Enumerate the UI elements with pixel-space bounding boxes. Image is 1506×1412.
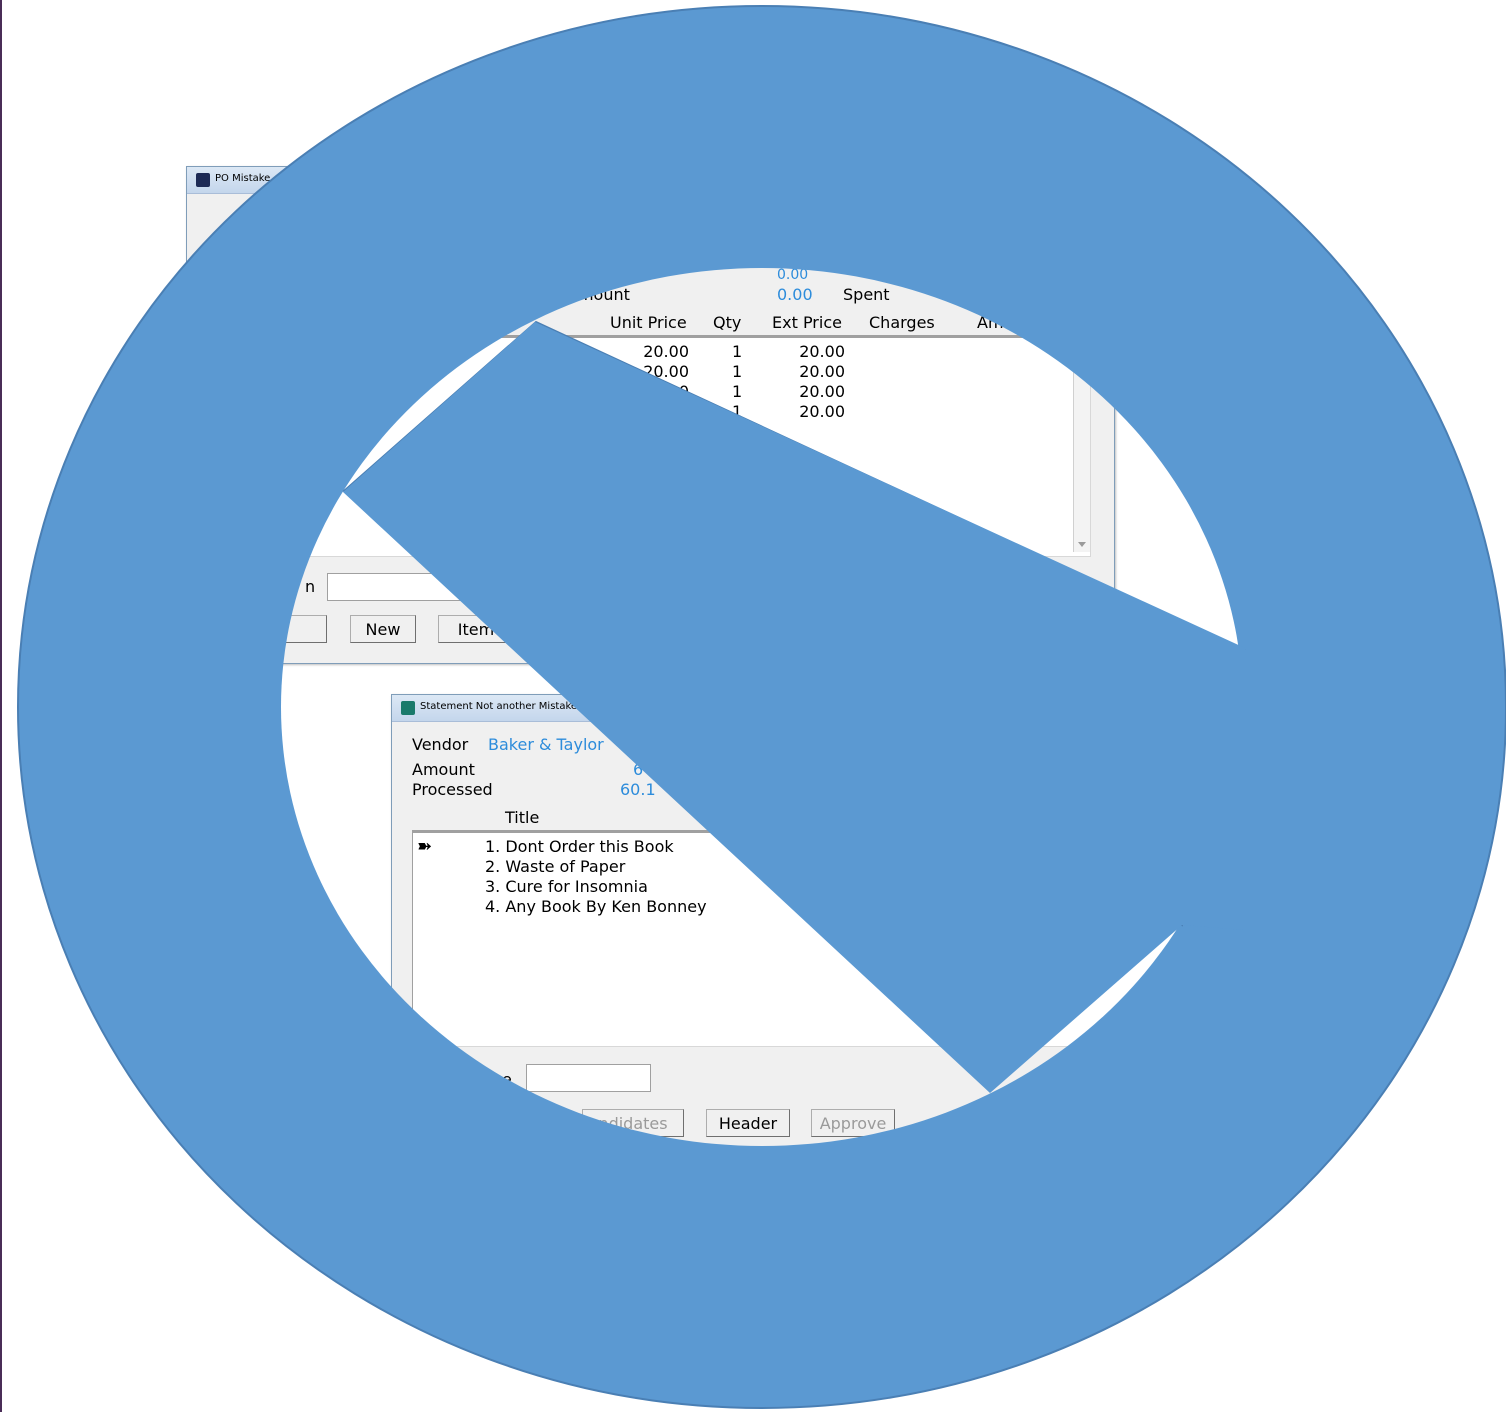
list-item[interactable]: 2. Waste of Paper 15 bbox=[413, 857, 1263, 877]
item-title: 1. Dont Order this Book bbox=[485, 837, 674, 856]
col-charges: Charges bbox=[1068, 808, 1134, 827]
col-amount: Am bbox=[977, 313, 1004, 332]
ext-price-cell: 20.00 bbox=[799, 362, 845, 381]
qty-cell: 1 bbox=[732, 382, 743, 401]
minimize-icon bbox=[1196, 709, 1204, 711]
col-total: Tota bbox=[1194, 808, 1227, 827]
background-edge bbox=[0, 0, 2, 1412]
po-window: PO Mistake 0.00 Amount 0.00 Spent Unit P… bbox=[186, 166, 1115, 664]
item-total: 20.0 bbox=[1176, 837, 1212, 856]
statement-app-icon bbox=[401, 701, 415, 715]
table-row[interactable]: 20.00 1 20.00 bbox=[208, 342, 1068, 362]
approve-button[interactable]: Approve bbox=[811, 1109, 895, 1137]
po-spent-label: Spent bbox=[843, 285, 890, 304]
item-title: 2. Waste of Paper bbox=[485, 857, 626, 876]
statement-window-titlebar[interactable]: Statement Not another Mistake bbox=[392, 695, 1252, 722]
po-total-value: 4 bbox=[1039, 577, 1050, 596]
table-row[interactable]: 20.00 1 20.00 bbox=[208, 362, 1068, 382]
statement-window-title: Statement Not another Mistake bbox=[420, 701, 578, 712]
item-title: 3. Cure for Insomnia bbox=[485, 877, 648, 896]
qty-cell: 1 bbox=[732, 342, 743, 361]
unit-price-cell: 20.00 bbox=[643, 342, 689, 361]
scroll-down-arrow-icon[interactable] bbox=[1078, 542, 1086, 547]
col-qty: Qty bbox=[713, 313, 742, 332]
statement-search-label: e bbox=[502, 1070, 512, 1089]
table-row[interactable]: 20.00 1 20.00 bbox=[208, 382, 1068, 402]
list-item[interactable]: 4. Any Book By Ken Bonney bbox=[413, 897, 1263, 917]
statement-items-list[interactable]: ➽ 1. Dont Order this Book 20.0 2. Waste … bbox=[412, 830, 1274, 1047]
po-window-title: PO Mistake bbox=[215, 173, 271, 184]
po-total-label: Total: bbox=[977, 577, 1020, 596]
item-total: 15 bbox=[1176, 857, 1197, 876]
col-charges: Charges bbox=[869, 313, 935, 332]
po-blank-button[interactable] bbox=[267, 615, 327, 643]
ext-price-cell: 20.00 bbox=[799, 402, 845, 421]
po-list-scrollbar[interactable] bbox=[1073, 338, 1090, 552]
amount-value: 6 bbox=[633, 760, 644, 779]
qty-cell: 1 bbox=[732, 362, 743, 381]
processed-label: Processed bbox=[412, 780, 493, 799]
vendor-value: Baker & Taylor bbox=[488, 735, 604, 754]
header-button[interactable]: Header bbox=[706, 1109, 790, 1137]
type-label: Type bbox=[1040, 735, 1077, 754]
statement-window: Statement Not another Mistake Vendor Bak… bbox=[391, 694, 1274, 1176]
new-button[interactable]: New bbox=[350, 615, 416, 643]
list-item[interactable]: 3. Cure for Insomnia 25 bbox=[413, 877, 1263, 897]
unit-price-cell: 20.00 bbox=[643, 362, 689, 381]
item-total: 25 bbox=[1176, 877, 1197, 896]
maximize-icon bbox=[1222, 705, 1232, 713]
po-amount-label: Amount bbox=[567, 285, 630, 304]
item-title: 4. Any Book By Ken Bonney bbox=[485, 897, 707, 916]
item-button[interactable]: Item bbox=[438, 615, 514, 643]
processed-value: 60.1 bbox=[620, 780, 656, 799]
spent-value: 60.1 bbox=[1202, 780, 1238, 799]
minimize-button[interactable] bbox=[1187, 700, 1213, 718]
vendor-label: Vendor bbox=[412, 735, 469, 754]
unit-price-cell: 20.00 bbox=[643, 402, 689, 421]
statement-search-input[interactable] bbox=[526, 1064, 651, 1092]
po-peek-value: 0.00 bbox=[777, 267, 809, 283]
ext-price-cell: 20.00 bbox=[799, 342, 845, 361]
po-amount-value: 0.00 bbox=[777, 285, 813, 304]
list-item[interactable]: 1. Dont Order this Book 20.0 bbox=[413, 837, 1263, 857]
col-title: Title bbox=[505, 808, 540, 827]
col-unit-price: Unit Price bbox=[610, 313, 687, 332]
display-button[interactable]: ay... bbox=[807, 615, 911, 643]
type-value: Invoice bbox=[1091, 735, 1149, 754]
unit-price-cell: 20.00 bbox=[643, 382, 689, 401]
table-row[interactable]: 20.00 1 20.00 bbox=[208, 402, 1068, 422]
amount-label: Amount bbox=[412, 760, 475, 779]
po-window-titlebar[interactable]: PO Mistake bbox=[187, 167, 1114, 194]
spent-label: Spent bbox=[1040, 780, 1087, 799]
on-order-value: 0.0 bbox=[1212, 760, 1238, 779]
col-ext-price: Ext Price bbox=[772, 313, 842, 332]
maximize-button[interactable] bbox=[1214, 700, 1240, 718]
app-icon bbox=[196, 173, 210, 187]
po-search-input[interactable] bbox=[327, 573, 467, 601]
po-search-label: n bbox=[305, 577, 316, 596]
qty-cell: 1 bbox=[732, 402, 743, 421]
on-order-label: On Order bbox=[1040, 760, 1114, 779]
ext-price-cell: 20.00 bbox=[799, 382, 845, 401]
po-items-list[interactable]: 20.00 1 20.00 20.00 1 20.00 20.00 1 20.0… bbox=[207, 335, 1091, 557]
candidates-button[interactable]: ndidates bbox=[582, 1109, 684, 1137]
